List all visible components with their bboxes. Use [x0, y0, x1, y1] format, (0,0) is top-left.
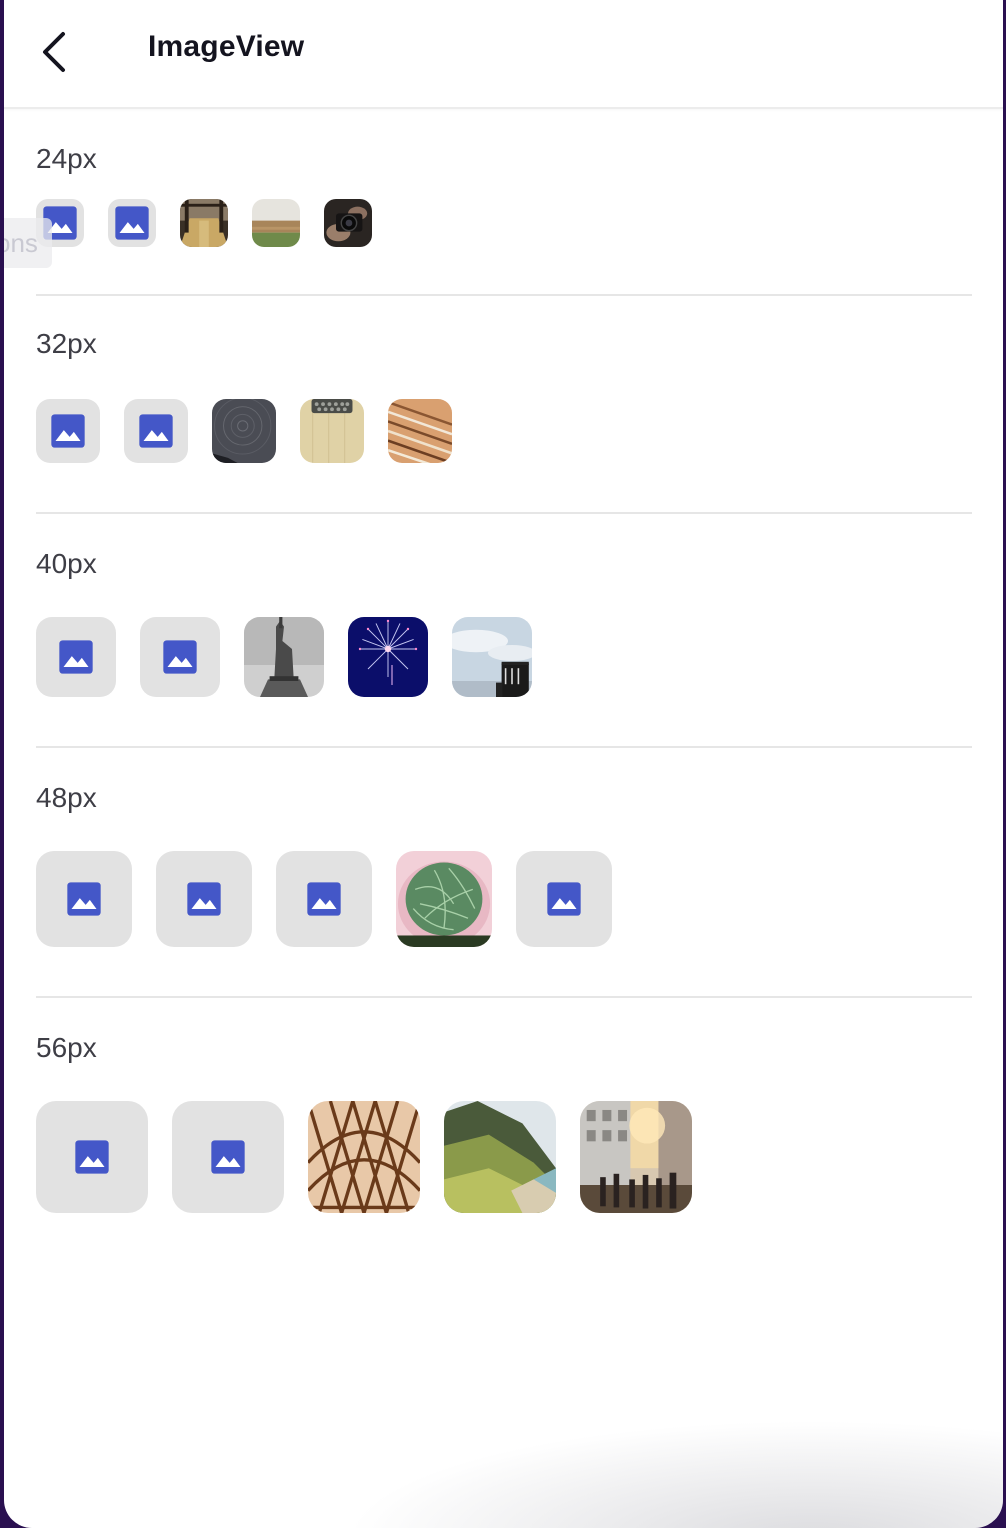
image-placeholder[interactable] — [36, 399, 100, 463]
section-label: 24px — [36, 143, 97, 174]
section-label: 32px — [36, 328, 97, 359]
photo-bridge[interactable] — [308, 1101, 420, 1213]
image-icon — [59, 640, 93, 674]
bottom-fade — [344, 1420, 1003, 1528]
size-section: 56px — [36, 996, 972, 1276]
image-icon — [163, 640, 197, 674]
image-placeholder[interactable] — [108, 199, 156, 247]
image-icon — [187, 882, 221, 916]
section-label: 56px — [36, 1032, 97, 1063]
image-placeholder[interactable] — [36, 851, 132, 947]
image-icon — [67, 882, 101, 916]
photo-camera[interactable] — [324, 199, 372, 247]
image-row — [36, 1101, 692, 1213]
image-placeholder[interactable] — [276, 851, 372, 947]
image-icon — [51, 414, 85, 448]
image-icon — [547, 882, 581, 916]
image-icon — [139, 414, 173, 448]
image-placeholder[interactable] — [516, 851, 612, 947]
size-section: 32px — [36, 294, 972, 514]
size-section: 48px — [36, 746, 972, 998]
image-icon — [307, 882, 341, 916]
back-button[interactable] — [26, 22, 82, 82]
image-icon — [211, 1140, 245, 1174]
image-row — [36, 851, 612, 947]
image-placeholder[interactable] — [172, 1101, 284, 1213]
image-row — [36, 617, 532, 697]
photo-coast[interactable] — [444, 1101, 556, 1213]
photo-sky-tower[interactable] — [452, 617, 532, 697]
image-row — [36, 399, 452, 463]
image-icon — [75, 1140, 109, 1174]
image-icon — [115, 206, 149, 240]
image-placeholder[interactable] — [124, 399, 188, 463]
size-section: 24px — [36, 109, 972, 296]
page-title: ImageView — [148, 30, 305, 63]
image-placeholder[interactable] — [156, 851, 252, 947]
size-section: 40px — [36, 512, 972, 748]
section-label: 40px — [36, 548, 97, 579]
photo-leaves-in-hands[interactable] — [396, 851, 492, 947]
image-placeholder[interactable] — [36, 1101, 148, 1213]
photo-typewriter[interactable] — [300, 399, 364, 463]
chevron-left-icon — [43, 32, 65, 72]
app-bar: ImageView — [4, 0, 1003, 109]
photo-statue[interactable] — [244, 617, 324, 697]
photo-field[interactable] — [252, 199, 300, 247]
photo-star-trails[interactable] — [212, 399, 276, 463]
photo-pencils[interactable] — [388, 399, 452, 463]
section-label: 48px — [36, 782, 97, 813]
side-tab[interactable]: ons — [4, 218, 52, 268]
image-placeholder[interactable] — [36, 617, 116, 697]
photo-street[interactable] — [580, 1101, 692, 1213]
photo-fireworks[interactable] — [348, 617, 428, 697]
image-row — [36, 199, 372, 247]
screen: ImageView 24px 32px 40px 48px 56px ns — [4, 0, 1003, 1528]
image-placeholder[interactable] — [140, 617, 220, 697]
photo-pier[interactable] — [180, 199, 228, 247]
